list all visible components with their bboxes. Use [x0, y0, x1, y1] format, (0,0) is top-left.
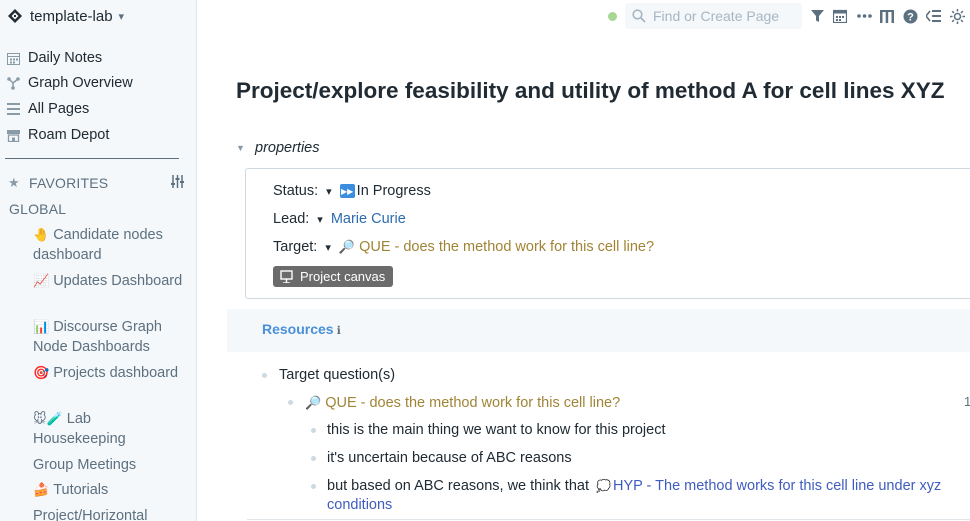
nav-all-pages[interactable]: All Pages [6, 99, 89, 119]
status-key: Status: [273, 183, 319, 199]
magnifier-icon: 🔎 [305, 395, 322, 410]
sidebar-link-updates[interactable]: 📈 Updates Dashboard [33, 271, 183, 291]
presentation-icon [280, 270, 293, 283]
target-key: Target: [273, 239, 318, 255]
store-icon [6, 128, 21, 143]
sidebar-link-candidate-nodes[interactable]: 🤚 Candidate nodes dashboard [33, 225, 183, 265]
caret-down-icon[interactable]: ▼ [236, 143, 248, 153]
list-icon [6, 102, 21, 117]
properties-toggle[interactable]: ▼ properties [236, 139, 319, 157]
sidebar-link-tutorials[interactable]: 🍰 Tutorials [33, 480, 183, 500]
theme-sun-icon[interactable] [949, 8, 965, 24]
calendar-icon [6, 51, 21, 66]
graph-name: template-lab [30, 7, 113, 25]
block-bullet[interactable] [262, 373, 267, 378]
sidebar-link-projects[interactable]: 🎯 Projects dashboard [33, 363, 183, 383]
page-title[interactable]: Project/explore feasibility and utility … [236, 78, 944, 104]
speech-bubble-icon: 💭 [596, 479, 611, 493]
canvas-button-label: Project canvas [300, 269, 386, 284]
top-bar: ? [197, 0, 970, 34]
chevron-down-icon[interactable]: ▾ [317, 213, 323, 226]
block-bullet[interactable] [311, 428, 316, 433]
search-box[interactable] [625, 3, 802, 29]
filter-icon[interactable] [809, 8, 825, 24]
resources-label[interactable]: Resources ℹ [262, 321, 341, 337]
que-link[interactable]: QUE - does the method work for this cell… [325, 395, 620, 411]
properties-panel: Status: ▾ ▶▶ In Progress Lead: ▾ Marie C… [245, 168, 970, 299]
project-canvas-button[interactable]: Project canvas [273, 266, 394, 287]
calendar-icon[interactable] [832, 8, 848, 24]
block-bullet[interactable] [311, 456, 316, 461]
status-property[interactable]: Status: ▾ ▶▶ In Progress [273, 181, 431, 201]
graph-switcher[interactable]: template-lab ▾ [7, 7, 124, 25]
help-icon[interactable]: ? [902, 8, 918, 24]
chevron-down-icon: ▾ [118, 10, 125, 23]
sidebar-link-project-horizontal[interactable]: Project/Horizontal [33, 506, 183, 521]
favorites-header: ★ FAVORITES [8, 174, 186, 192]
resources-section: Resources ℹ [227, 309, 970, 352]
status-value[interactable]: In Progress [357, 183, 431, 199]
svg-text:?: ? [907, 11, 914, 23]
content-divider [247, 519, 970, 520]
properties-label: properties [255, 140, 320, 156]
nav-label: Daily Notes [28, 50, 103, 66]
search-icon [631, 8, 647, 24]
more-options-icon[interactable] [856, 8, 872, 24]
nav-label: Graph Overview [28, 75, 133, 91]
chevron-down-icon[interactable]: ▾ [325, 241, 331, 254]
star-icon: ★ [8, 175, 20, 190]
hyp-link[interactable]: HYP - The method works for this cell lin… [613, 478, 941, 494]
nav-graph-overview[interactable]: Graph Overview [6, 73, 133, 93]
columns-icon[interactable] [879, 8, 895, 24]
block-target-questions[interactable]: Target question(s) [279, 366, 395, 385]
block-bullet[interactable] [288, 400, 293, 405]
nav-daily-notes[interactable]: Daily Notes [6, 48, 102, 68]
lead-property[interactable]: Lead: ▾ Marie Curie [273, 209, 406, 229]
hyp-link-continued[interactable]: conditions [327, 496, 392, 515]
block-child-1[interactable]: this is the main thing we want to know f… [327, 421, 666, 440]
block-que[interactable]: 🔎 QUE - does the method work for this cel… [305, 393, 620, 413]
search-input[interactable] [653, 8, 793, 24]
global-label: GLOBAL [9, 201, 67, 217]
reference-count[interactable]: 1 [964, 394, 970, 409]
sidebar-divider [5, 158, 179, 159]
graph-icon [6, 76, 21, 91]
favorites-label: FAVORITES [29, 175, 109, 191]
nav-label: Roam Depot [28, 127, 110, 143]
lead-value-link[interactable]: Marie Curie [331, 211, 406, 227]
right-sidebar-icon[interactable] [925, 8, 941, 24]
target-property[interactable]: Target: ▾ 🔎 QUE - does the method work f… [273, 237, 654, 257]
block-child-2[interactable]: it's uncertain because of ABC reasons [327, 449, 572, 468]
nav-roam-depot[interactable]: Roam Depot [6, 125, 109, 145]
sidebar-link-group-meetings[interactable]: Group Meetings [33, 455, 183, 475]
lead-key: Lead: [273, 211, 310, 227]
sidebar-link-lab-housekeeping[interactable]: 🐭🧪 Lab Housekeeping [33, 409, 183, 449]
block-bullet[interactable] [311, 484, 316, 489]
nav-label: All Pages [28, 101, 90, 117]
block-child-3[interactable]: but based on ABC reasons, we think that … [327, 477, 941, 496]
roam-logo-icon [7, 8, 23, 24]
info-icon[interactable]: ℹ [337, 325, 341, 337]
chevron-down-icon[interactable]: ▾ [326, 185, 332, 198]
sidebar-link-discourse-graph[interactable]: 📊 Discourse Graph Node Dashboards [33, 317, 183, 357]
target-value-link[interactable]: QUE - does the method work for this cell… [359, 239, 654, 255]
magnifier-icon: 🔎 [338, 239, 356, 254]
left-sidebar: template-lab ▾ Daily Notes Graph Overvie… [0, 0, 197, 521]
fast-forward-icon: ▶▶ [339, 184, 355, 198]
sync-status-dot [608, 12, 617, 21]
sliders-icon[interactable] [171, 175, 184, 193]
